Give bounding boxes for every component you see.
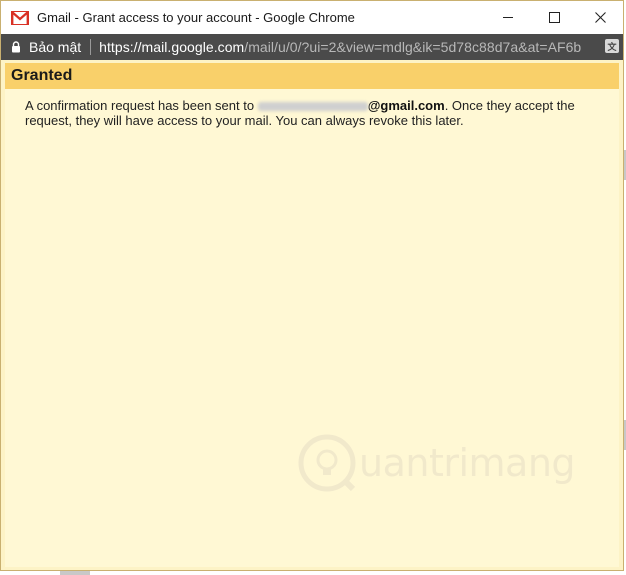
minimize-icon [502, 17, 513, 18]
dialog-header: Granted [5, 63, 619, 89]
maximize-button[interactable] [531, 1, 577, 34]
email-domain: @gmail.com [367, 98, 445, 113]
watermark-text: uantrimang [359, 441, 576, 485]
close-icon [594, 12, 606, 23]
maximize-icon [548, 12, 560, 23]
popup-window: Gmail - Grant access to your account - G… [0, 0, 624, 571]
minimize-button[interactable] [485, 1, 531, 34]
close-button[interactable] [577, 1, 623, 34]
address-separator [90, 39, 92, 55]
window-controls [485, 1, 623, 34]
url-host: https://mail.google.com [99, 39, 245, 55]
message-prefix: A confirmation request has been sent to [25, 98, 258, 113]
redacted-email-user [257, 102, 368, 111]
gmail-icon [11, 10, 29, 25]
window-title: Gmail - Grant access to your account - G… [37, 10, 355, 25]
watermark-logo-icon [298, 434, 356, 492]
watermark: uantrimang [297, 433, 576, 493]
confirmation-message: A confirmation request has been sent to … [25, 98, 575, 128]
translate-icon[interactable]: 文 [605, 39, 619, 53]
url-text[interactable]: https://mail.google.com/mail/u/0/?ui=2&v… [99, 39, 581, 55]
title-bar[interactable]: Gmail - Grant access to your account - G… [1, 1, 623, 34]
lock-icon [12, 41, 20, 53]
background-page-edge [60, 571, 90, 575]
dialog-heading: Granted [11, 67, 73, 84]
dialog-body: A confirmation request has been sent to … [5, 89, 619, 567]
url-path: /mail/u/0/?ui=2&view=mdlg&ik=5d78c88d7a&… [244, 39, 582, 55]
address-bar[interactable]: Bảo mật https://mail.google.com/mail/u/0… [1, 34, 623, 60]
security-label[interactable]: Bảo mật [29, 39, 81, 55]
